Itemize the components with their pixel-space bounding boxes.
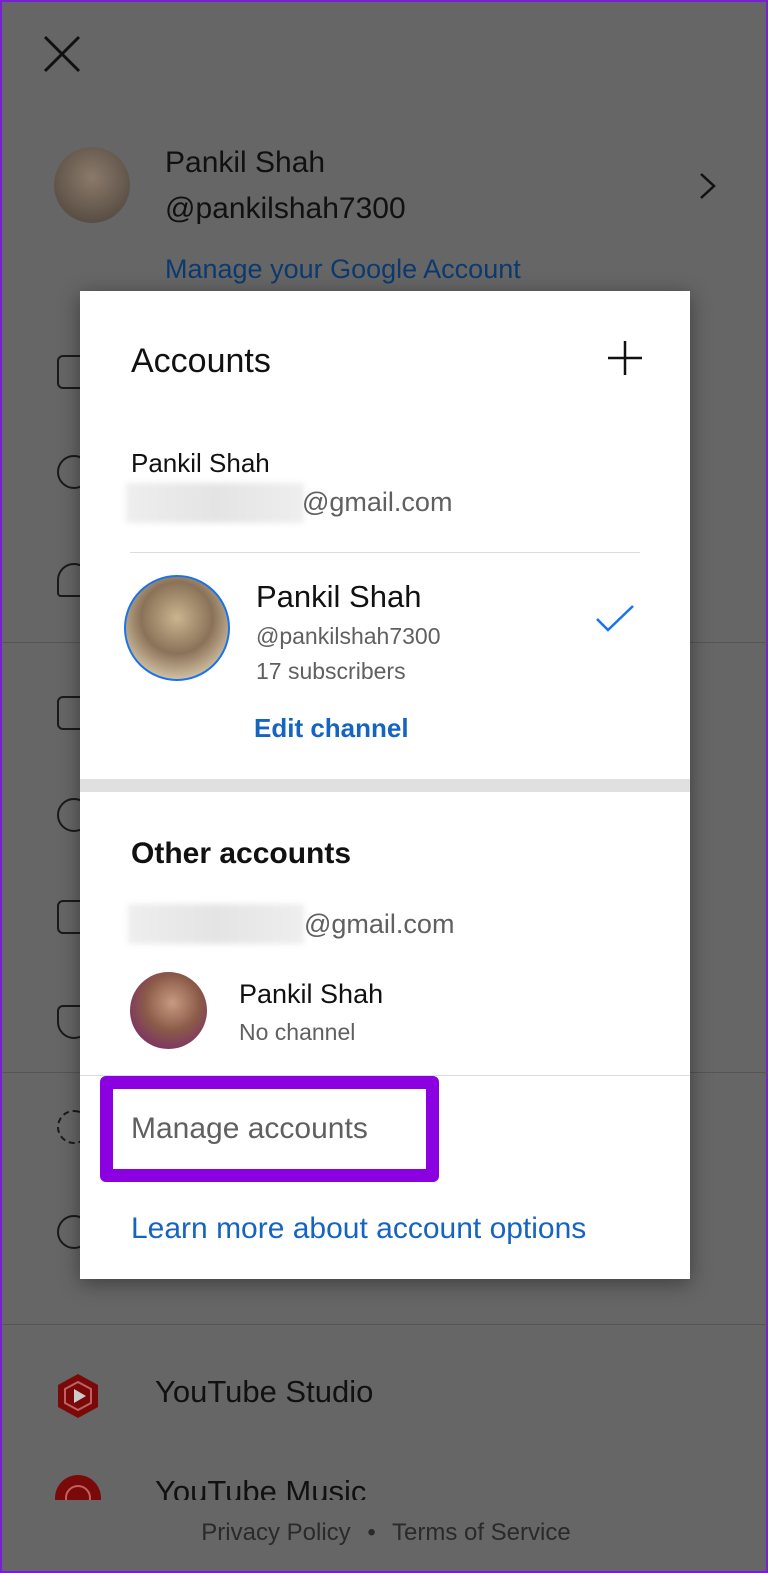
- other-account-status: No channel: [239, 1019, 356, 1045]
- channel-row[interactable]: Pankil Shah @pankilshah7300 17 subscribe…: [80, 571, 690, 691]
- other-account-avatar: [130, 972, 207, 1049]
- plus-icon: [608, 341, 642, 375]
- profile-name: Pankil Shah: [165, 146, 326, 179]
- privacy-policy-link[interactable]: Privacy Policy: [201, 1519, 350, 1546]
- edit-channel-link[interactable]: Edit channel: [254, 713, 409, 744]
- manage-google-account-link[interactable]: Manage your Google Account: [165, 254, 521, 285]
- footer-separator: •: [367, 1519, 376, 1546]
- profile-avatar[interactable]: [54, 147, 130, 223]
- blurred-email: [126, 483, 304, 523]
- terms-of-service-link[interactable]: Terms of Service: [392, 1519, 571, 1546]
- other-accounts-heading: Other accounts: [131, 837, 352, 870]
- channel-avatar: [124, 575, 230, 681]
- close-button[interactable]: [42, 34, 82, 74]
- footer: Privacy Policy • Terms of Service: [2, 1519, 768, 1547]
- other-account-email: @gmail.com: [304, 909, 455, 939]
- current-account-email: @gmail.com: [302, 487, 453, 517]
- menu-item-youtube-studio[interactable]: YouTube Studio: [2, 1362, 768, 1422]
- channel-subscribers: 17 subscribers: [256, 658, 406, 684]
- other-account-name: Pankil Shah: [239, 979, 384, 1009]
- profile-handle: @pankilshah7300: [165, 192, 406, 225]
- chevron-right-icon[interactable]: [698, 172, 718, 205]
- dialog-title: Accounts: [131, 342, 271, 380]
- section-separator: [80, 779, 690, 792]
- current-account-name: Pankil Shah: [131, 448, 270, 478]
- other-account-row[interactable]: Pankil Shah No channel: [80, 971, 690, 1051]
- youtube-music-icon: [55, 1475, 101, 1500]
- divider: [2, 1324, 768, 1325]
- channel-name: Pankil Shah: [256, 579, 422, 614]
- blurred-email: [128, 904, 304, 944]
- divider: [130, 552, 640, 553]
- youtube-studio-icon: [58, 1374, 98, 1418]
- menu-item-label: YouTube Music: [155, 1474, 367, 1500]
- menu-item-youtube-music[interactable]: YouTube Music: [2, 1472, 768, 1500]
- learn-more-link[interactable]: Learn more about account options: [131, 1212, 586, 1246]
- manage-accounts-label: Manage accounts: [131, 1112, 368, 1145]
- menu-item-label: YouTube Studio: [155, 1374, 374, 1409]
- check-icon: [594, 603, 636, 638]
- accounts-dialog: Accounts Pankil Shah @gmail.com Pankil S…: [80, 291, 690, 1279]
- close-icon: [43, 35, 81, 73]
- channel-handle: @pankilshah7300: [256, 623, 441, 649]
- add-account-button[interactable]: [606, 339, 644, 382]
